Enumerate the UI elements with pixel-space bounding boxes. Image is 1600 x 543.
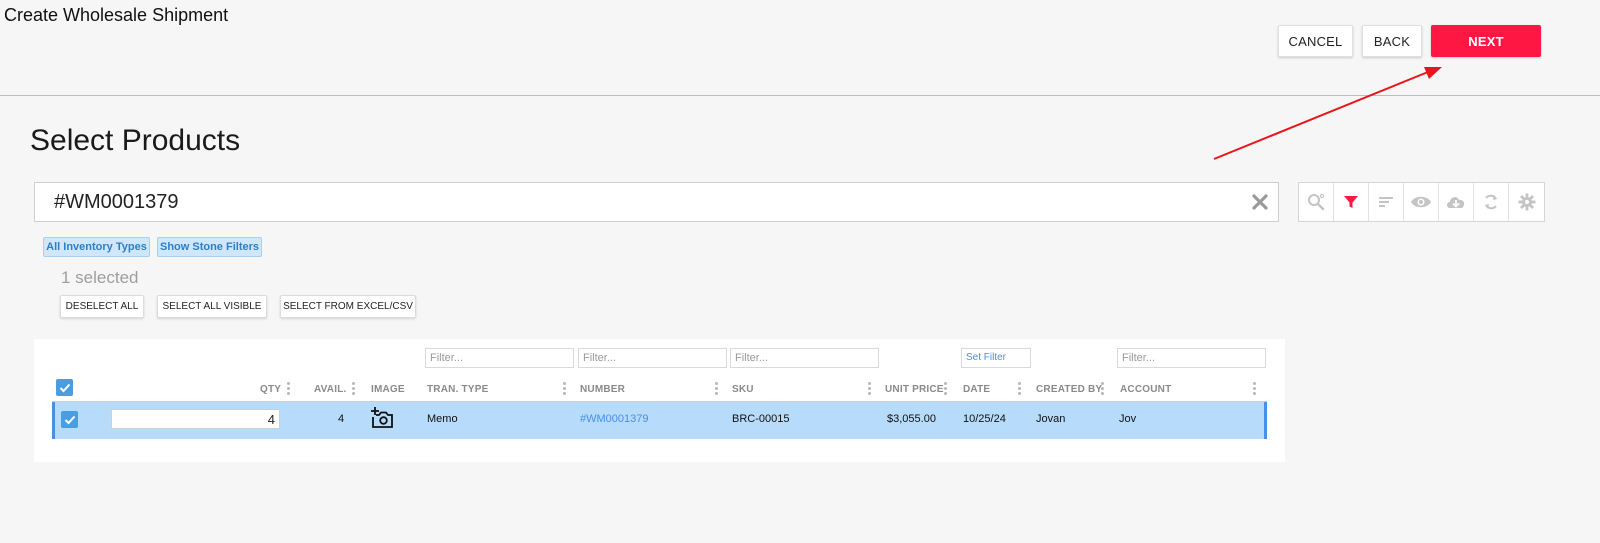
unit-price-column-header[interactable]: UNIT PRICE xyxy=(885,384,944,395)
number-column-header[interactable]: NUMBER xyxy=(580,384,625,395)
tran-type-cell: Memo xyxy=(427,413,458,425)
number-link[interactable]: #WM0001379 xyxy=(580,413,649,425)
search-box xyxy=(34,182,1279,222)
eye-icon[interactable] xyxy=(1404,183,1439,221)
tran-type-filter-input[interactable] xyxy=(425,348,574,368)
number-filter-input[interactable] xyxy=(578,348,727,368)
select-all-visible-button[interactable]: SELECT ALL VISIBLE xyxy=(157,295,267,318)
created-by-column-header[interactable]: CREATED BY xyxy=(1036,384,1102,395)
back-button[interactable]: BACK xyxy=(1362,25,1422,57)
column-menu-icon[interactable] xyxy=(352,381,356,397)
all-inventory-types-chip[interactable]: All Inventory Types xyxy=(43,237,150,257)
date-set-filter-button[interactable]: Set Filter xyxy=(961,348,1031,368)
section-title: Select Products xyxy=(30,124,241,157)
refresh-icon[interactable] xyxy=(1474,183,1509,221)
products-grid: Set Filter QTY AVAIL. IMAGE TRAN. TYPE N… xyxy=(34,339,1285,462)
row-checkbox[interactable] xyxy=(61,411,78,428)
add-photo-icon[interactable] xyxy=(370,407,394,434)
account-filter-input[interactable] xyxy=(1117,348,1266,368)
avail-cell: 4 xyxy=(338,413,345,425)
column-menu-icon[interactable] xyxy=(1253,381,1257,397)
cancel-button[interactable]: CANCEL xyxy=(1278,25,1353,57)
column-menu-icon[interactable] xyxy=(944,381,948,397)
account-column-header[interactable]: ACCOUNT xyxy=(1120,384,1171,395)
gear-icon[interactable] xyxy=(1509,183,1544,221)
column-menu-icon[interactable] xyxy=(715,381,719,397)
sort-icon[interactable] xyxy=(1369,183,1404,221)
date-cell: 10/25/24 xyxy=(963,413,1006,425)
sku-column-header[interactable]: SKU xyxy=(732,384,754,395)
account-cell: Jov xyxy=(1119,413,1137,425)
qty-column-header[interactable]: QTY xyxy=(260,384,281,395)
date-column-header[interactable]: DATE xyxy=(963,384,990,395)
table-row[interactable]: 4 Memo #WM0001379 BRC-00015 $3,055.00 10… xyxy=(52,402,1267,439)
column-menu-icon[interactable] xyxy=(1018,381,1022,397)
select-from-excel-button[interactable]: SELECT FROM EXCEL/CSV xyxy=(280,295,416,318)
created-by-cell: Jovan xyxy=(1036,413,1066,425)
filter-icon[interactable] xyxy=(1334,183,1369,221)
avail-column-header[interactable]: AVAIL. xyxy=(314,384,347,395)
next-button[interactable]: NEXT xyxy=(1431,25,1541,57)
search-input[interactable] xyxy=(35,183,1235,221)
select-all-checkbox[interactable] xyxy=(56,379,73,396)
cloud-download-icon[interactable] xyxy=(1439,183,1474,221)
column-menu-icon[interactable] xyxy=(563,381,567,397)
selected-count: 1 selected xyxy=(61,268,139,287)
tran-type-column-header[interactable]: TRAN. TYPE xyxy=(427,384,488,395)
deselect-all-button[interactable]: DESELECT ALL xyxy=(60,295,144,318)
search-options-icon[interactable] xyxy=(1299,183,1334,221)
sku-cell: BRC-00015 xyxy=(732,413,790,425)
show-stone-filters-chip[interactable]: Show Stone Filters xyxy=(157,237,262,257)
sku-filter-input[interactable] xyxy=(730,348,879,368)
qty-input[interactable] xyxy=(111,409,280,429)
unit-price-cell: $3,055.00 xyxy=(887,413,936,425)
column-menu-icon[interactable] xyxy=(868,381,872,397)
page-header: Create Wholesale Shipment CANCEL BACK NE… xyxy=(0,0,1600,96)
column-menu-icon[interactable] xyxy=(287,381,291,397)
page-title: Create Wholesale Shipment xyxy=(4,5,229,25)
grid-toolbar xyxy=(1298,182,1545,222)
column-menu-icon[interactable] xyxy=(1101,381,1105,397)
image-column-header[interactable]: IMAGE xyxy=(371,384,405,395)
clear-search-icon[interactable] xyxy=(1250,192,1270,212)
